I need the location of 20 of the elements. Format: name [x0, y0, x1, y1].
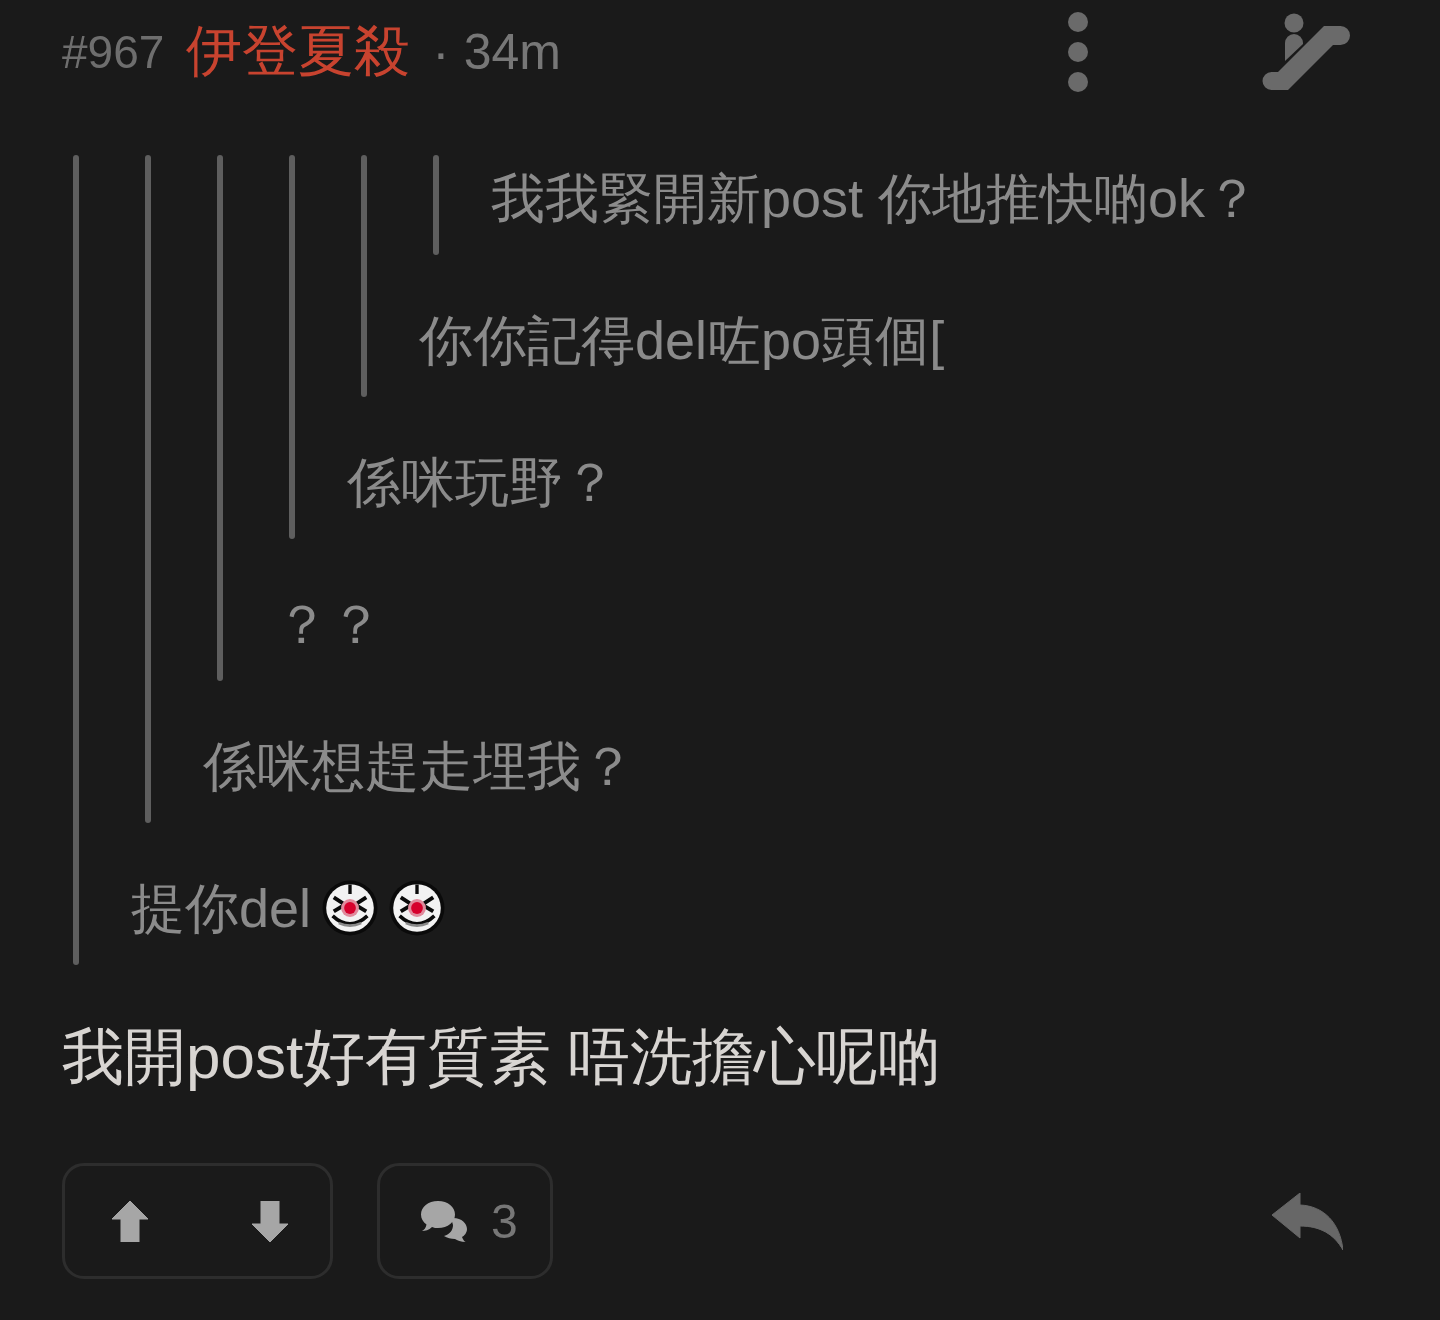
- quote-text: ？？: [275, 593, 383, 655]
- post-number: #967: [62, 25, 165, 79]
- post-text: 我開post好有質素 唔洗擔心呢啲: [62, 1021, 942, 1093]
- post-time: 34m: [463, 23, 561, 81]
- speech-bubbles-icon: [421, 1200, 467, 1242]
- separator-dot: ·: [432, 22, 450, 82]
- reply-arrow-icon[interactable]: [1272, 1192, 1343, 1250]
- quote-text: 係咪玩野？: [347, 451, 617, 513]
- arrow-up-icon[interactable]: [112, 1200, 148, 1242]
- clown-face-icon: [322, 880, 379, 936]
- quote-text: 你你記得del咗po頭個[: [419, 309, 945, 371]
- quote-text: 我我緊開新post 你地推快啲ok？: [491, 167, 1260, 229]
- quote-text: 提你del: [131, 877, 312, 939]
- author-name[interactable]: 伊登夏殺: [186, 14, 411, 90]
- clown-face-icon: [389, 880, 446, 936]
- arrow-down-icon[interactable]: [252, 1200, 288, 1242]
- more-options-icon[interactable]: [1067, 11, 1089, 93]
- escalator-icon[interactable]: [1262, 13, 1350, 91]
- quote-text: 係咪想趕走埋我？: [203, 735, 635, 797]
- comment-button[interactable]: 3: [377, 1163, 553, 1279]
